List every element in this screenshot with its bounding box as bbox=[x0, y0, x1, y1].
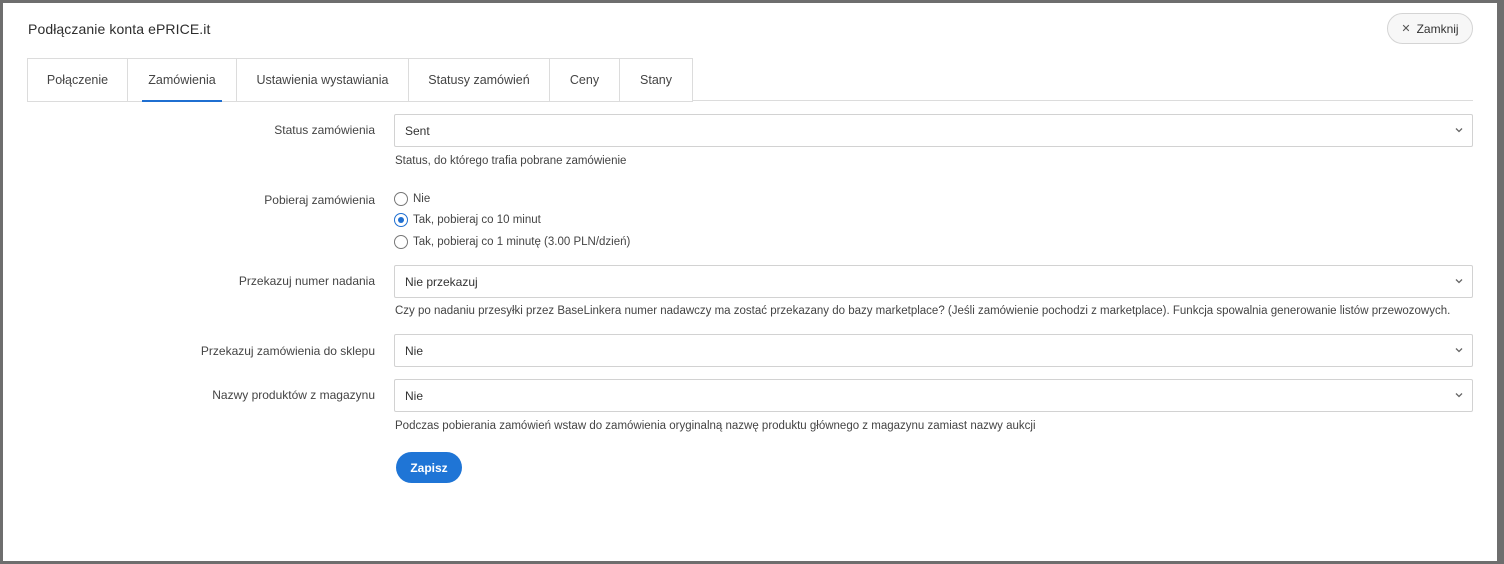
chevron-down-icon bbox=[1455, 279, 1463, 284]
product-names-select[interactable]: Nie bbox=[394, 379, 1473, 412]
save-button[interactable]: Zapisz bbox=[396, 452, 462, 483]
product-names-value: Nie bbox=[405, 388, 424, 403]
order-status-value: Sent bbox=[405, 123, 430, 138]
radio-label: Nie bbox=[413, 193, 431, 205]
tab-order-statuses[interactable]: Statusy zamówień bbox=[409, 58, 550, 102]
order-status-label: Status zamówienia bbox=[274, 123, 375, 137]
tab-bar: Połączenie Zamówienia Ustawienia wystawi… bbox=[27, 58, 1473, 102]
fetch-orders-label: Pobieraj zamówienia bbox=[264, 193, 375, 207]
tab-listing-settings[interactable]: Ustawienia wystawiania bbox=[237, 58, 409, 102]
product-names-label: Nazwy produktów z magazynu bbox=[212, 388, 375, 402]
tracking-number-select[interactable]: Nie przekazuj bbox=[394, 265, 1473, 298]
fetch-orders-option-10min[interactable]: Tak, pobieraj co 10 minut bbox=[394, 213, 541, 227]
close-icon: ✕ bbox=[1401, 23, 1411, 35]
tab-label: Statusy zamówień bbox=[428, 73, 530, 87]
radio-button[interactable] bbox=[394, 192, 408, 206]
tab-stock[interactable]: Stany bbox=[620, 58, 693, 102]
order-status-select[interactable]: Sent bbox=[394, 114, 1473, 147]
forward-orders-select[interactable]: Nie bbox=[394, 334, 1473, 367]
tab-label: Stany bbox=[640, 73, 672, 87]
tracking-number-value: Nie przekazuj bbox=[405, 274, 478, 289]
fetch-orders-option-no[interactable]: Nie bbox=[394, 192, 430, 206]
tab-label: Zamówienia bbox=[148, 73, 216, 87]
tracking-number-label: Przekazuj numer nadania bbox=[238, 274, 375, 288]
tab-connection[interactable]: Połączenie bbox=[27, 58, 128, 102]
forward-orders-value: Nie bbox=[405, 343, 424, 358]
close-button-label: Zamknij bbox=[1416, 21, 1459, 36]
close-button[interactable]: ✕ Zamknij bbox=[1387, 13, 1473, 44]
tab-prices[interactable]: Ceny bbox=[550, 58, 620, 102]
tab-label: Połączenie bbox=[46, 73, 109, 87]
tab-label: Ceny bbox=[569, 73, 600, 87]
fetch-orders-option-1min[interactable]: Tak, pobieraj co 1 minutę (3.00 PLN/dzie… bbox=[394, 235, 630, 249]
tab-label: Ustawienia wystawiania bbox=[256, 73, 389, 87]
product-names-help: Podczas pobierania zamówień wstaw do zam… bbox=[395, 420, 1036, 432]
order-status-help: Status, do którego trafia pobrane zamówi… bbox=[395, 155, 627, 167]
modal-title: Podłączanie konta ePRICE.it bbox=[28, 21, 211, 37]
tracking-number-help: Czy po nadaniu przesyłki przez BaseLinke… bbox=[395, 305, 1451, 317]
modal-dialog: Podłączanie konta ePRICE.it ✕ Zamknij Po… bbox=[3, 3, 1497, 561]
chevron-down-icon bbox=[1455, 393, 1463, 398]
radio-label: Tak, pobieraj co 1 minutę (3.00 PLN/dzie… bbox=[413, 236, 631, 248]
radio-button[interactable] bbox=[394, 213, 408, 227]
tab-orders[interactable]: Zamówienia bbox=[128, 58, 237, 102]
forward-orders-label: Przekazuj zamówienia do sklepu bbox=[200, 344, 375, 358]
chevron-down-icon bbox=[1455, 348, 1463, 353]
radio-button[interactable] bbox=[394, 235, 408, 249]
chevron-down-icon bbox=[1455, 128, 1463, 133]
radio-label: Tak, pobieraj co 10 minut bbox=[413, 214, 541, 226]
